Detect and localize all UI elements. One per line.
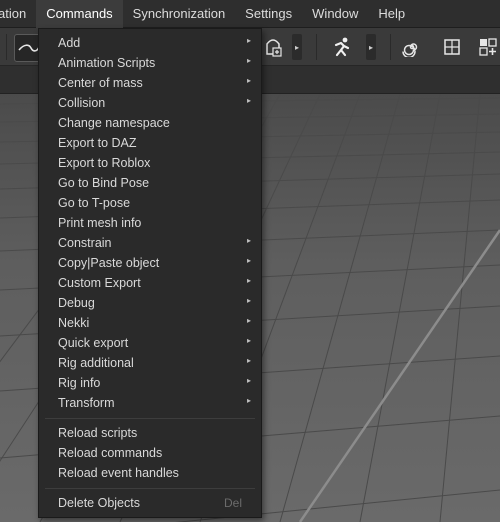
menu-item-label: Animation Scripts (58, 56, 156, 70)
menu-item-label: Collision (58, 96, 106, 110)
commands-dropdown-menu: Add ▸ Animation Scripts ▸ Center of mass ▸ … (38, 28, 262, 518)
spiral-icon[interactable] (400, 32, 424, 62)
submenu-arrow-icon: ▸ (246, 236, 251, 245)
submenu-arrow-icon: ▸ (246, 256, 251, 265)
shortcut-label: Del (223, 496, 242, 510)
menu-divider (45, 418, 255, 419)
menu-item-nekki[interactable]: Nekki ▸ (39, 313, 261, 333)
menu-item-custom-export[interactable]: Custom Export ▸ (39, 273, 261, 293)
menu-item-label: Export to DAZ (58, 136, 137, 150)
menu-item-label: Constrain (58, 236, 112, 250)
menu-item-label: Reload scripts (58, 426, 138, 440)
menu-item-debug[interactable]: Debug ▸ (39, 293, 261, 313)
submenu-arrow-icon: ▸ (246, 376, 251, 385)
menu-item-export-to-daz[interactable]: Export to DAZ (39, 133, 261, 153)
submenu-arrow-icon: ▸ (246, 316, 251, 325)
menu-item-label: Go to Bind Pose (58, 176, 150, 190)
menu-commands[interactable]: Commands (36, 0, 123, 28)
submenu-arrow-icon: ▸ (246, 396, 251, 405)
submenu-arrow-icon: ▸ (246, 356, 251, 365)
submenu-arrow-icon: ▸ (246, 296, 251, 305)
submenu-arrow-icon: ▸ (246, 36, 251, 45)
submenu-arrow-icon: ▸ (246, 336, 251, 345)
submenu-arrow-icon: ▸ (246, 76, 251, 85)
menu-item-go-to-bind-pose[interactable]: Go to Bind Pose (39, 173, 261, 193)
menu-item-copy-paste-object[interactable]: Copy|Paste object ▸ (39, 253, 261, 273)
menu-item-label: Copy|Paste object (58, 256, 160, 270)
toolbar-dropdown-arrow[interactable]: ▸ (292, 34, 302, 60)
menu-item-export-to-roblox[interactable]: Export to Roblox (39, 153, 261, 173)
run-figure-icon[interactable] (328, 32, 354, 62)
menu-animation[interactable]: ation (0, 0, 36, 28)
menu-window[interactable]: Window (302, 0, 368, 28)
menu-bar: ation Commands Synchronization Settings … (0, 0, 500, 28)
menu-item-label: Rig additional (58, 356, 134, 370)
menu-synchronization[interactable]: Synchronization (123, 0, 236, 28)
toolbar-separator (390, 34, 391, 60)
menu-item-center-of-mass[interactable]: Center of mass ▸ (39, 73, 261, 93)
submenu-arrow-icon: ▸ (246, 276, 251, 285)
menu-item-label: Change namespace (58, 116, 170, 130)
menu-item-label: Nekki (58, 316, 90, 330)
menu-item-reload-event-handles[interactable]: Reload event handles (39, 463, 261, 483)
submenu-arrow-icon: ▸ (246, 96, 251, 105)
menu-item-label: Add (58, 36, 81, 50)
menu-item-add[interactable]: Add ▸ (39, 33, 261, 53)
target-frame-icon[interactable] (440, 32, 464, 62)
menu-item-label: Delete Objects (58, 496, 140, 510)
menu-item-label: Transform (58, 396, 115, 410)
menu-item-change-namespace[interactable]: Change namespace (39, 113, 261, 133)
menu-item-collision[interactable]: Collision ▸ (39, 93, 261, 113)
toolbar-separator (6, 34, 7, 60)
menu-item-label: Reload commands (58, 446, 163, 460)
menu-settings[interactable]: Settings (235, 0, 302, 28)
menu-item-label: Custom Export (58, 276, 141, 290)
grid-add-icon[interactable] (476, 32, 500, 62)
menu-item-label: Quick export (58, 336, 129, 350)
menu-item-constrain[interactable]: Constrain ▸ (39, 233, 261, 253)
menu-item-delete-objects[interactable]: Delete Objects Del (39, 493, 261, 513)
menu-item-transform[interactable]: Transform ▸ (39, 393, 261, 413)
menu-item-label: Rig info (58, 376, 101, 390)
menu-item-reload-commands[interactable]: Reload commands (39, 443, 261, 463)
menu-item-go-to-t-pose[interactable]: Go to T-pose (39, 193, 261, 213)
submenu-arrow-icon: ▸ (246, 56, 251, 65)
menu-item-rig-additional[interactable]: Rig additional ▸ (39, 353, 261, 373)
menu-item-label: Reload event handles (58, 466, 179, 480)
menu-item-label: Debug (58, 296, 95, 310)
toolbar-dropdown-arrow[interactable]: ▸ (366, 34, 376, 60)
menu-item-label: Go to T-pose (58, 196, 131, 210)
menu-item-print-mesh-info[interactable]: Print mesh info (39, 213, 261, 233)
menu-item-animation-scripts[interactable]: Animation Scripts ▸ (39, 53, 261, 73)
menu-item-label: Print mesh info (58, 216, 142, 230)
menu-item-label: Export to Roblox (58, 156, 151, 170)
add-transform-icon[interactable] (262, 32, 284, 62)
menu-help[interactable]: Help (368, 0, 415, 28)
menu-item-quick-export[interactable]: Quick export ▸ (39, 333, 261, 353)
menu-divider (45, 488, 255, 489)
menu-item-label: Center of mass (58, 76, 143, 90)
toolbar-separator (316, 34, 317, 60)
menu-item-reload-scripts[interactable]: Reload scripts (39, 423, 261, 443)
menu-item-rig-info[interactable]: Rig info ▸ (39, 373, 261, 393)
